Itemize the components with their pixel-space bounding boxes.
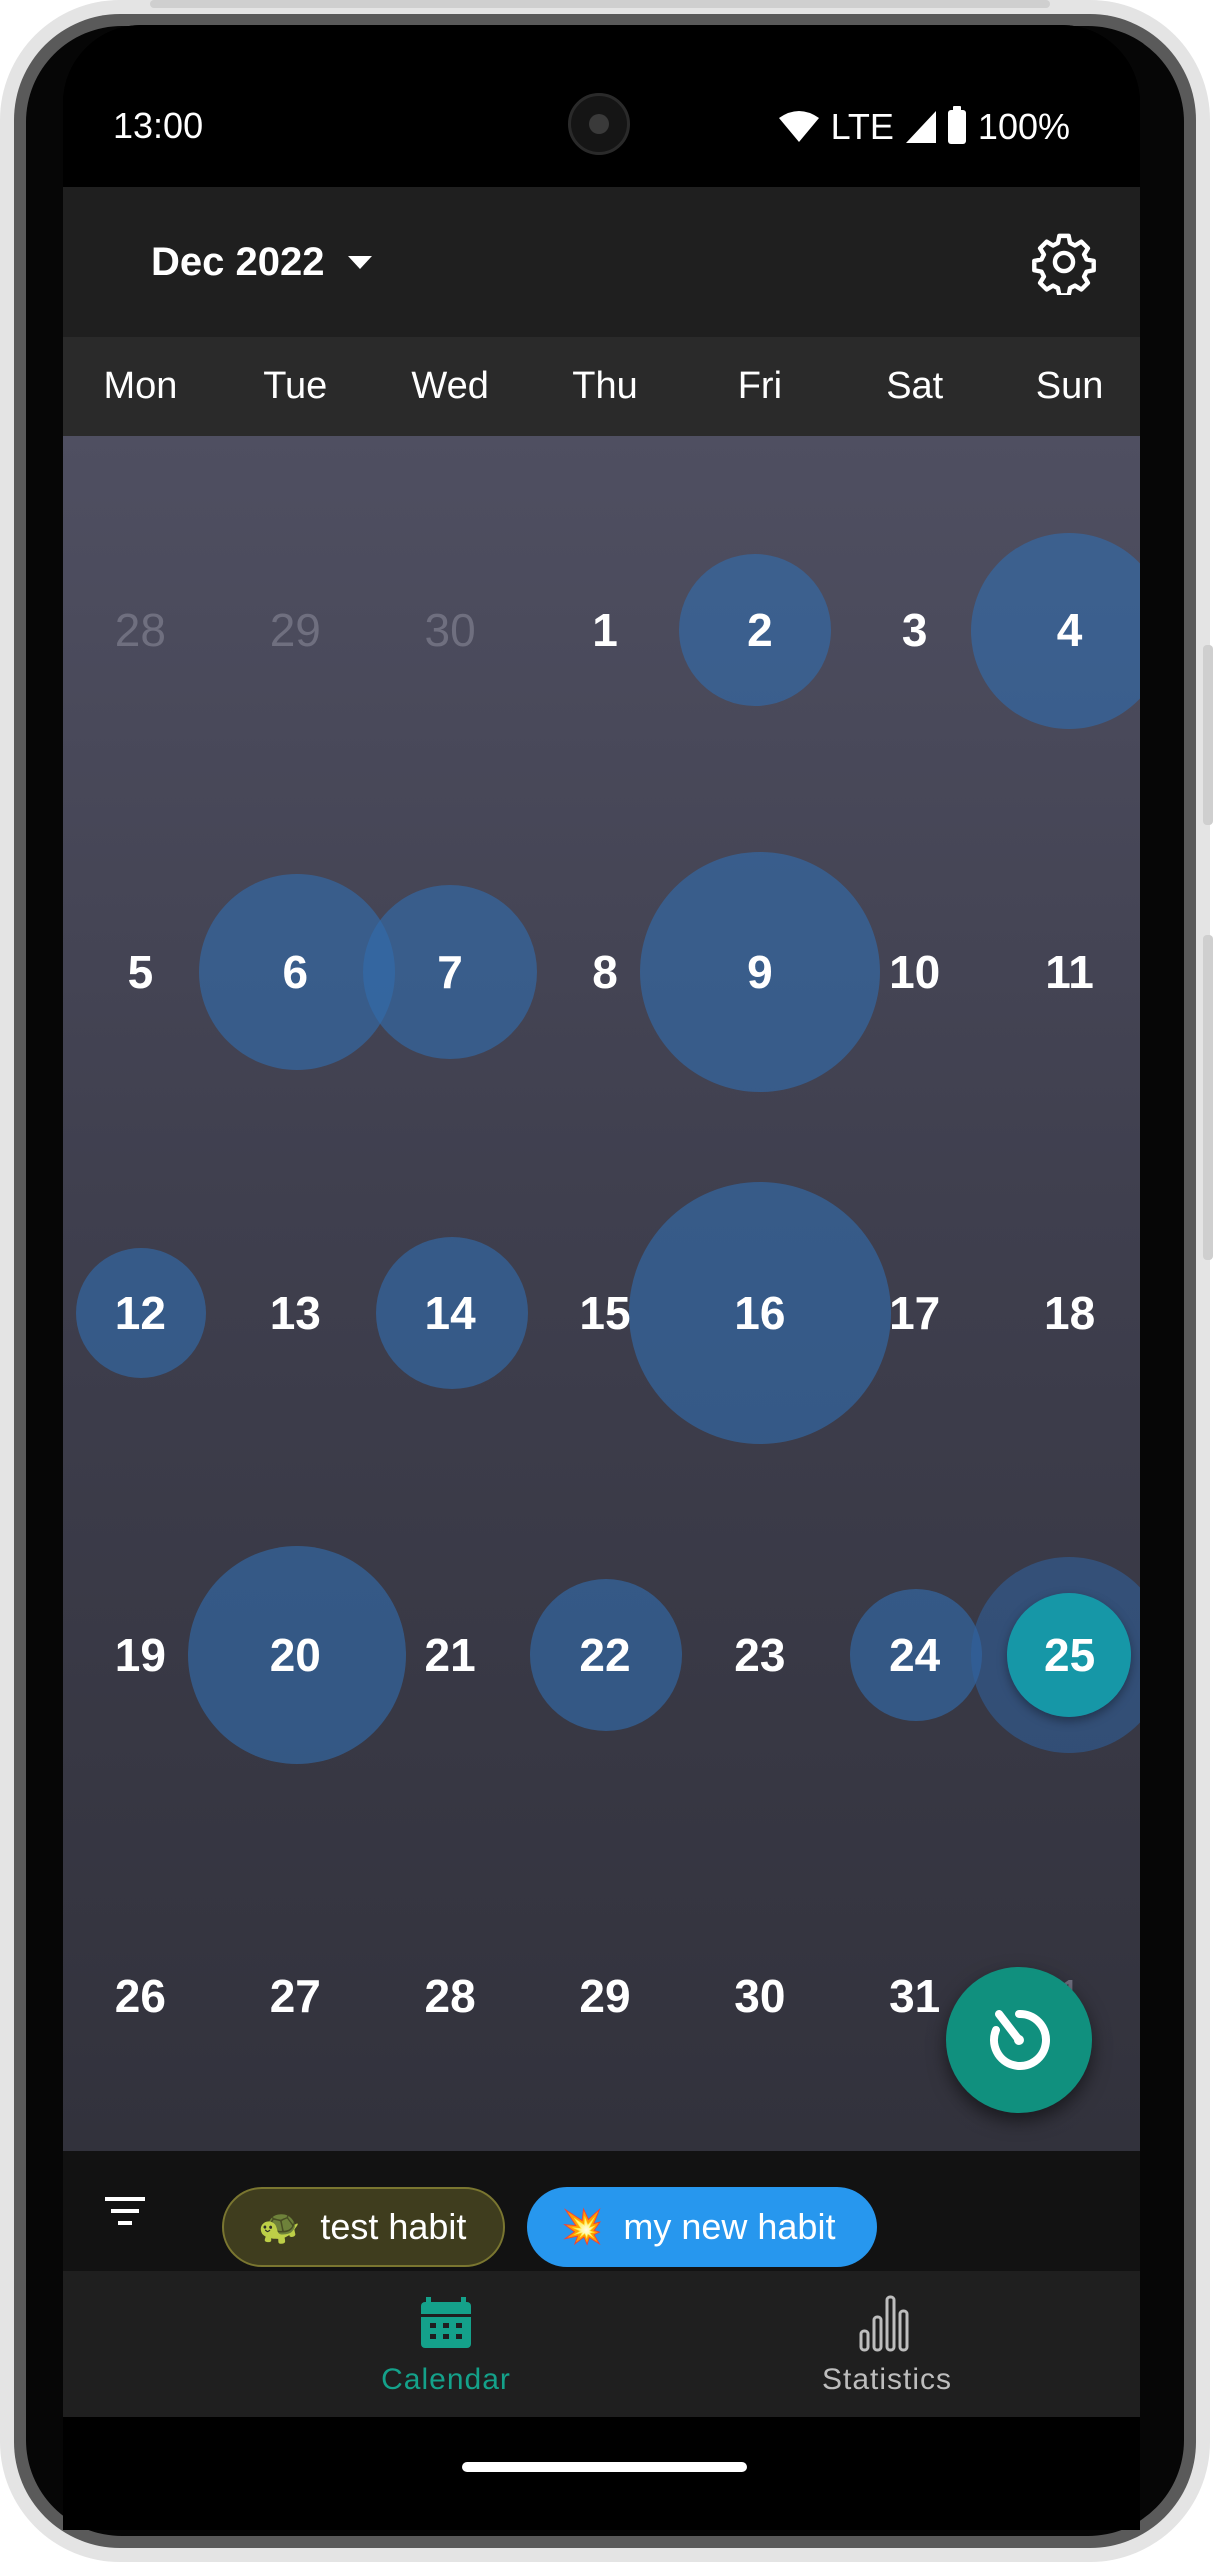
battery-label: 100%: [977, 106, 1070, 147]
day-cell[interactable]: 15: [528, 1273, 682, 1353]
timer-add-icon: [990, 2009, 1050, 2070]
collision-icon: 💥: [561, 2208, 604, 2246]
day-cell[interactable]: 30: [373, 590, 527, 670]
day-cell[interactable]: 21: [373, 1615, 527, 1695]
nav-statistics-label: Statistics: [821, 2363, 953, 2396]
chip-label: my new habit: [623, 2206, 836, 2247]
day-cell[interactable]: 24: [838, 1615, 992, 1695]
weekday-fri: Fri: [737, 365, 783, 407]
day-cell[interactable]: 2: [683, 590, 837, 670]
status-bar: 13:00 LTE 100%: [63, 25, 1140, 187]
day-cell[interactable]: 13: [218, 1273, 372, 1353]
day-cell[interactable]: 19: [63, 1615, 217, 1695]
top-app-bar: Dec 2022: [63, 187, 1140, 337]
day-cell[interactable]: 29: [218, 590, 372, 670]
phone-top-edge: [150, 0, 1050, 8]
day-cell[interactable]: 3: [838, 590, 992, 670]
filter-icon[interactable]: [103, 2193, 147, 2229]
network-label: LTE: [830, 106, 894, 147]
habit-chip-test-habit[interactable]: 🐢 test habit: [222, 2187, 505, 2267]
weekday-sun: Sun: [1035, 365, 1104, 407]
habit-chip-my-new-habit[interactable]: 💥 my new habit: [527, 2187, 877, 2267]
home-indicator[interactable]: [462, 2462, 747, 2472]
calendar-icon: [421, 2297, 471, 2348]
weekday-header: Mon Tue Wed Thu Fri Sat Sun: [63, 337, 1140, 436]
day-cell[interactable]: 14: [373, 1273, 527, 1353]
volume-button: [1203, 935, 1213, 1260]
day-cell[interactable]: 10: [838, 932, 992, 1012]
gear-icon[interactable]: [1031, 229, 1097, 295]
wifi-icon: [778, 111, 819, 142]
day-cell[interactable]: 12: [63, 1273, 217, 1353]
dropdown-caret-icon: [348, 255, 373, 269]
day-cell[interactable]: 20: [218, 1615, 372, 1695]
month-label: Dec 2022: [151, 239, 325, 284]
day-cell[interactable]: 29: [528, 1956, 682, 2036]
turtle-icon: 🐢: [258, 2208, 301, 2246]
front-camera: [568, 93, 630, 155]
day-cell[interactable]: 16: [683, 1273, 837, 1353]
day-cell[interactable]: 1: [528, 590, 682, 670]
calendar-grid: 28 29 30 1 2 3 4 5 6 7 8 9 10 11 12 13 1…: [63, 436, 1140, 2151]
weekday-sat: Sat: [886, 365, 944, 407]
nav-calendar[interactable]: Calendar: [296, 2271, 596, 2417]
day-cell[interactable]: 22: [528, 1615, 682, 1695]
day-cell[interactable]: 9: [683, 932, 837, 1012]
day-cell[interactable]: 23: [683, 1615, 837, 1695]
status-time: 13:00: [113, 105, 204, 146]
day-cell[interactable]: 6: [218, 932, 372, 1012]
day-cell[interactable]: 30: [683, 1956, 837, 2036]
day-cell[interactable]: 28: [63, 590, 217, 670]
bar-chart-icon: [859, 2295, 909, 2352]
weekday-thu: Thu: [572, 365, 638, 407]
habit-filter-bar: 🐢 test habit 💥 my new habit: [63, 2151, 1140, 2271]
bottom-navigation: Calendar Statistics: [63, 2271, 1140, 2417]
day-cell[interactable]: 17: [838, 1273, 992, 1353]
app-screen: 13:00 LTE 100% Dec 2022 Mon Tue Wed Thu: [63, 25, 1140, 2530]
day-cell[interactable]: 26: [63, 1956, 217, 2036]
weekday-wed: Wed: [411, 365, 489, 407]
nav-calendar-label: Calendar: [381, 2363, 511, 2396]
day-cell[interactable]: 27: [218, 1956, 372, 2036]
day-cell[interactable]: 4: [993, 590, 1140, 670]
gesture-bar: [63, 2417, 1140, 2530]
battery-icon: [947, 106, 966, 144]
day-cell[interactable]: 18: [993, 1273, 1140, 1353]
status-icons: LTE 100%: [778, 105, 1070, 149]
nav-statistics[interactable]: Statistics: [737, 2271, 1037, 2417]
month-selector[interactable]: Dec 2022: [151, 227, 373, 297]
day-cell-today[interactable]: 25: [993, 1615, 1140, 1695]
day-cell[interactable]: 7: [373, 932, 527, 1012]
weekday-tue: Tue: [263, 365, 328, 407]
day-cell[interactable]: 11: [993, 932, 1140, 1012]
signal-icon: [905, 111, 936, 143]
power-button: [1203, 645, 1213, 825]
quick-add-fab[interactable]: [946, 1967, 1092, 2113]
day-cell[interactable]: 8: [528, 932, 682, 1012]
day-cell[interactable]: 5: [63, 932, 217, 1012]
day-cell[interactable]: 28: [373, 1956, 527, 2036]
chip-label: test habit: [320, 2206, 467, 2247]
weekday-mon: Mon: [103, 365, 178, 407]
